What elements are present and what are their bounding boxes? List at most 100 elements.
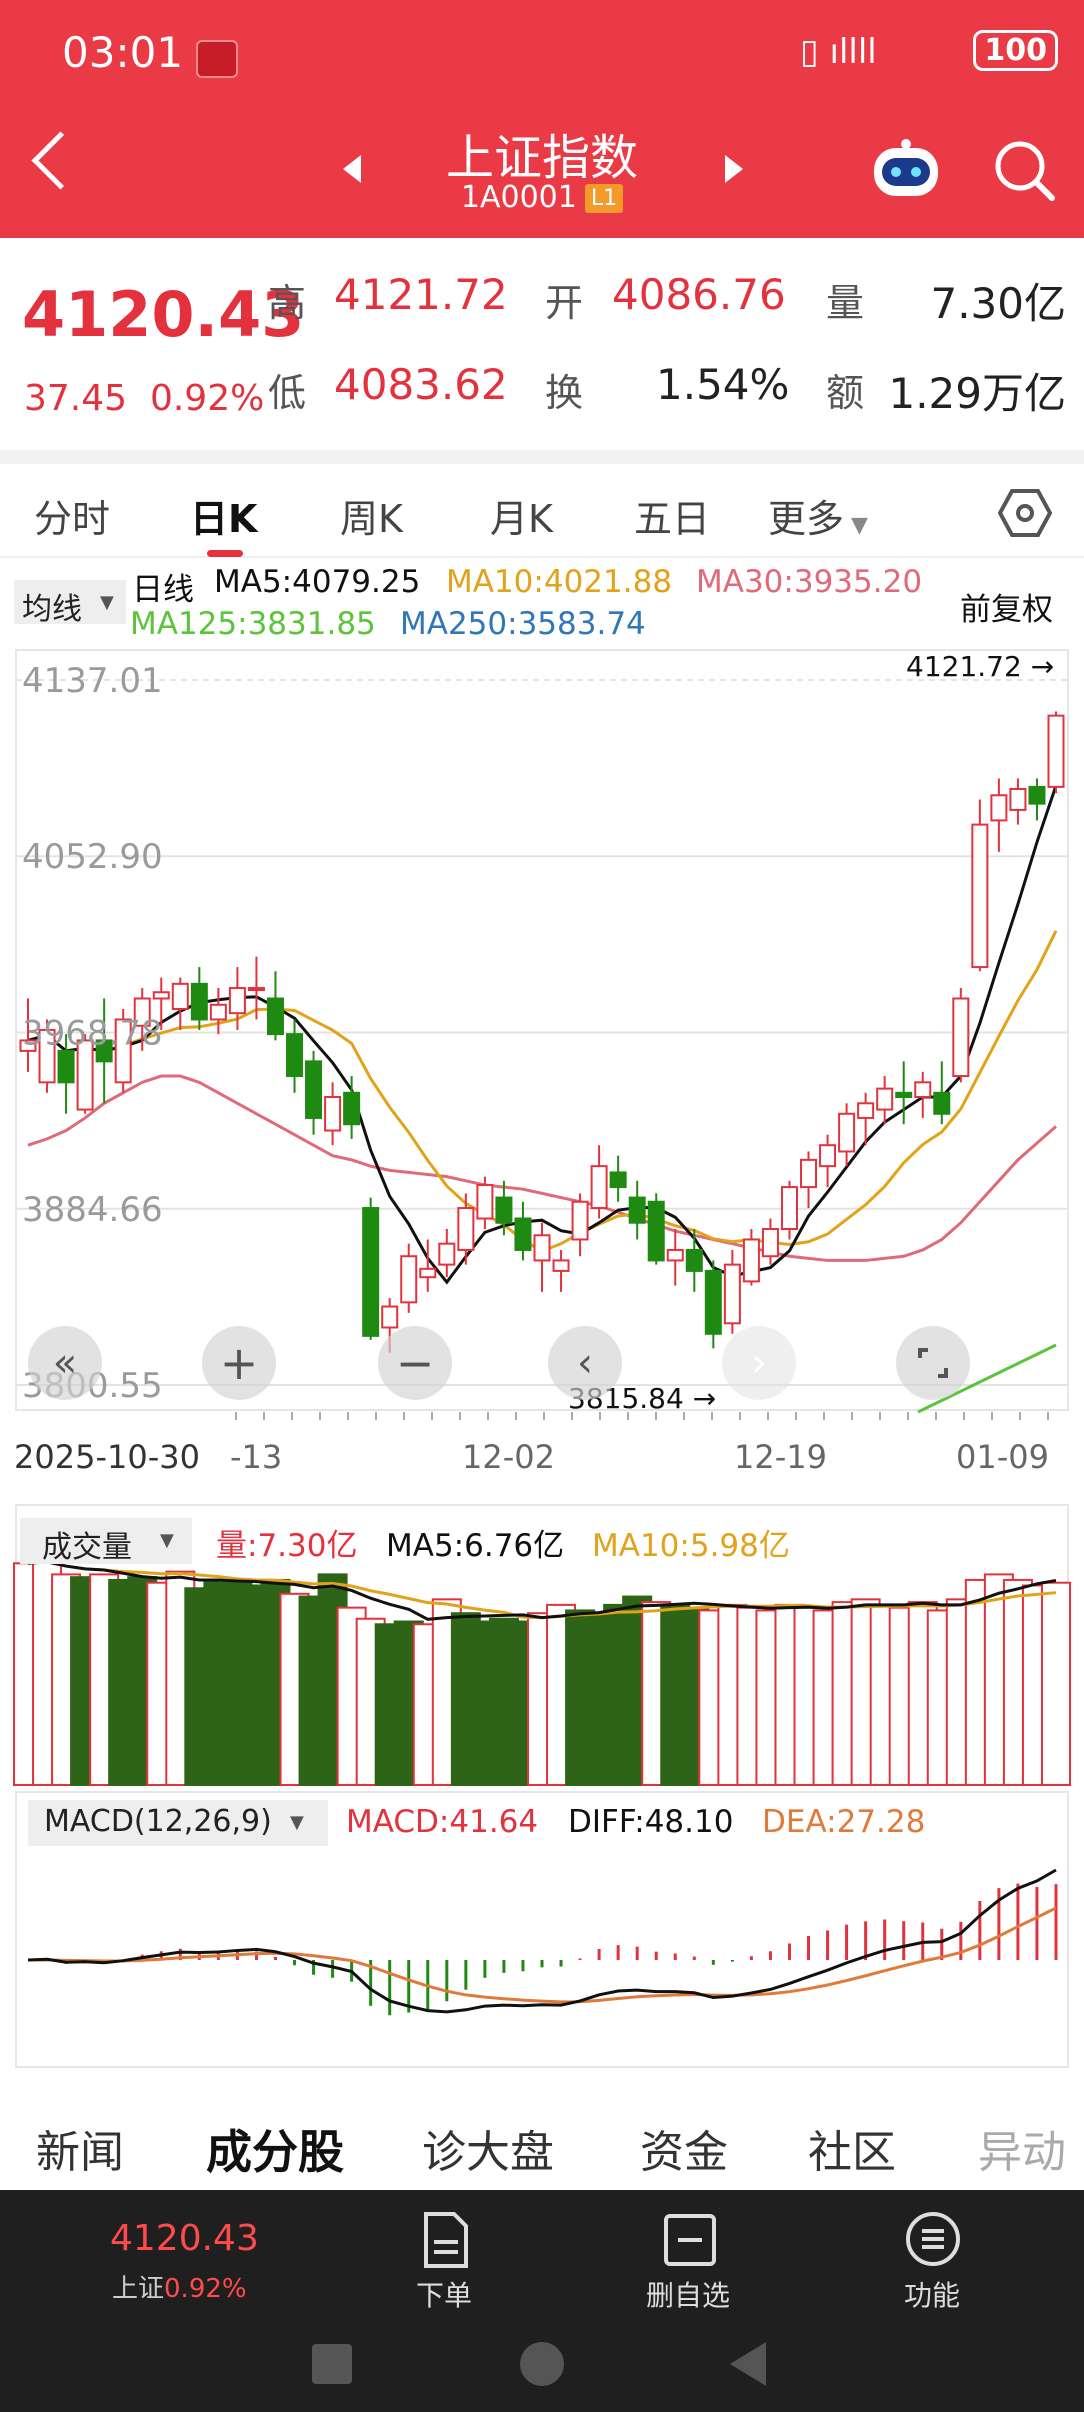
macd-legend-macd: MACD:41.64 <box>346 1804 539 1840</box>
candle-body <box>1028 785 1046 805</box>
order-icon[interactable] <box>420 2210 472 2270</box>
change-percent: 0.92% <box>149 378 265 419</box>
mini-price: 4120.43 <box>110 2218 259 2259</box>
recent-apps-icon[interactable] <box>312 2344 352 2384</box>
remove-watchlist-button[interactable]: 删自选 <box>646 2274 730 2314</box>
tab-monthly-k[interactable]: 月K <box>490 488 553 543</box>
high-value: 4121.72 <box>334 270 508 319</box>
tab-funds[interactable]: 资金 <box>640 2116 728 2180</box>
function-button[interactable]: 功能 <box>904 2274 960 2314</box>
battery-icon: 100 <box>973 30 1058 71</box>
change-value: 37.45 <box>24 378 128 419</box>
tab-weekly-k[interactable]: 周K <box>340 488 403 543</box>
price-change: 37.45 0.92% <box>24 378 264 419</box>
home-icon[interactable] <box>520 2342 564 2386</box>
candle-body <box>476 1183 494 1220</box>
tab-news[interactable]: 新闻 <box>36 2116 124 2180</box>
y-axis-label: 3884.66 <box>22 1190 163 1230</box>
low-label: 低 <box>268 371 307 415</box>
divider <box>0 450 1084 464</box>
adjust-select[interactable]: 前复权 <box>960 584 1053 629</box>
legend-ma250: MA250:3583.74 <box>400 606 646 642</box>
candle-body <box>381 1305 399 1329</box>
settings-icon[interactable] <box>998 488 1052 538</box>
scroll-left-fast-icon[interactable]: « <box>28 1326 102 1400</box>
candle-body <box>628 1196 646 1224</box>
mini-index: 上证0.92% <box>112 2268 247 2305</box>
dropdown-icon: ▼ <box>844 513 868 538</box>
candle-body <box>933 1091 951 1115</box>
zoom-out-button[interactable]: − <box>378 1326 452 1400</box>
indicator-select-label: 均线 <box>22 592 82 627</box>
tab-community[interactable]: 社区 <box>808 2116 896 2180</box>
candle-body <box>266 997 284 1036</box>
scroll-left-icon[interactable]: ‹ <box>548 1326 622 1400</box>
candle-body <box>571 1200 589 1241</box>
candle-body <box>533 1234 551 1262</box>
legend-ma5: MA5:4079.25 <box>214 564 421 600</box>
tab-more-label: 更多 <box>768 497 845 541</box>
candle-body <box>57 1049 75 1084</box>
tab-intraday[interactable]: 分时 <box>34 488 110 543</box>
x-label-start: 2025-10-30 <box>14 1438 200 1476</box>
amount-label: 额 <box>826 371 865 415</box>
diff-line <box>27 1868 1057 2014</box>
tab-daily-k[interactable]: 日K <box>190 488 257 543</box>
macd-legend-diff: DIFF:48.10 <box>568 1804 734 1840</box>
candle-body <box>990 794 1008 822</box>
candle-body <box>171 982 189 1010</box>
candle-body <box>552 1259 570 1272</box>
fullscreen-icon[interactable] <box>896 1326 970 1400</box>
candle-body <box>723 1263 741 1325</box>
macd-legend-dea: DEA:27.28 <box>762 1804 926 1840</box>
candle-body <box>324 1095 342 1132</box>
x-label-3: 12-02 <box>462 1438 555 1476</box>
volume-bar <box>1041 1581 1071 1786</box>
candle-body <box>286 1033 304 1078</box>
tab-constituents[interactable]: 成分股 <box>206 2116 344 2182</box>
mini-index-name: 上证 <box>112 2274 165 2304</box>
legend-ma30: MA30:3935.20 <box>696 564 923 600</box>
zoom-in-button[interactable]: + <box>202 1326 276 1400</box>
vol-legend-ma5: MA5:6.76亿 <box>386 1528 565 1564</box>
volume-indicator-select[interactable]: 成交量 ▼ <box>20 1518 192 1565</box>
tab-diagnosis[interactable]: 诊大盘 <box>422 2116 554 2180</box>
candle-body <box>971 823 989 969</box>
ma10-line <box>27 930 1058 1253</box>
menu-icon[interactable] <box>904 2210 962 2268</box>
active-tab-indicator <box>207 550 243 557</box>
tab-five-day[interactable]: 五日 <box>634 488 710 543</box>
indicator-select[interactable]: 均线 ▼ <box>14 580 126 627</box>
candle-body <box>1009 787 1027 811</box>
scroll-right-icon[interactable]: › <box>722 1326 796 1400</box>
next-stock-icon[interactable] <box>725 155 743 183</box>
current-price: 4120.43 <box>22 278 305 351</box>
candle-body <box>362 1207 380 1337</box>
candle-body <box>514 1217 532 1251</box>
candle-body <box>666 1248 684 1262</box>
candle-body <box>914 1081 932 1098</box>
turnover-value: 1.54% <box>656 360 790 409</box>
remove-watchlist-icon[interactable] <box>662 2212 718 2268</box>
low-value: 4083.62 <box>334 360 508 409</box>
candle-body <box>457 1207 475 1251</box>
notification-icon <box>196 40 238 78</box>
candle-body <box>419 1267 437 1279</box>
tab-movement[interactable]: 异动 <box>978 2116 1066 2180</box>
x-label-2: -13 <box>230 1438 283 1476</box>
y-axis-label: 4052.90 <box>22 837 163 877</box>
order-button[interactable]: 下单 <box>416 2274 472 2314</box>
search-icon[interactable] <box>990 136 1058 204</box>
open-value: 4086.76 <box>612 270 786 319</box>
legend-ma125: MA125:3831.85 <box>130 606 376 642</box>
x-label-5: 01-09 <box>956 1438 1049 1476</box>
mini-index-pct: 0.92% <box>164 2274 247 2304</box>
tab-more[interactable]: 更多 ▼ <box>768 488 868 543</box>
level-badge: L1 <box>584 184 624 213</box>
candle-body <box>590 1165 608 1210</box>
back-nav-icon[interactable] <box>730 2342 766 2386</box>
high-label: 高 <box>268 281 307 325</box>
macd-indicator-select[interactable]: MACD(12,26,9) ▼ <box>28 1800 328 1846</box>
robot-assistant-icon[interactable] <box>866 136 946 200</box>
candle-body <box>209 1003 227 1021</box>
